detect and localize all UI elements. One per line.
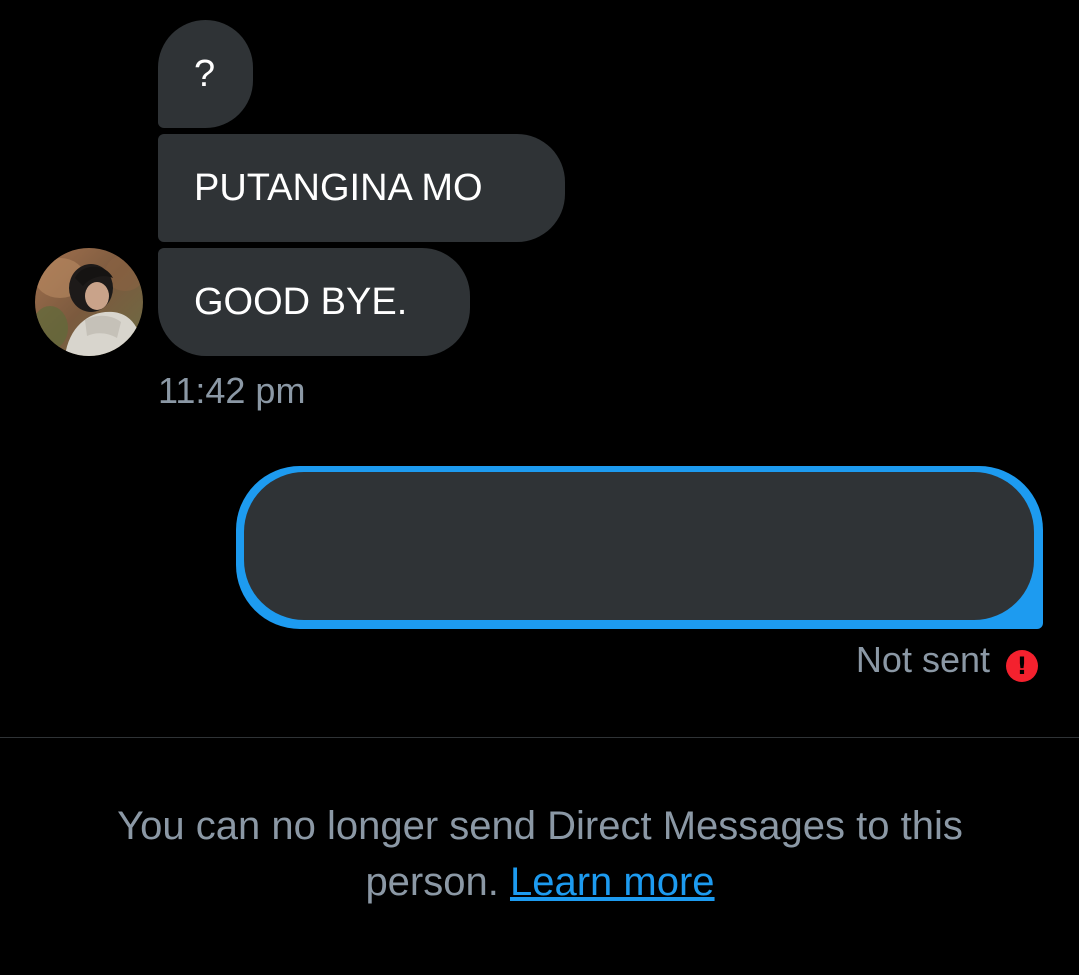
sent-message-content <box>244 472 1034 620</box>
received-message-bubble[interactable]: GOOD BYE. <box>158 248 470 356</box>
learn-more-link[interactable]: Learn more <box>510 860 715 904</box>
received-message-bubble[interactable]: PUTANGINA MO <box>158 134 565 242</box>
message-text: ? <box>194 53 216 95</box>
sender-avatar[interactable] <box>35 248 143 356</box>
message-status[interactable]: Not sent ! <box>856 638 1038 682</box>
error-icon[interactable]: ! <box>1006 650 1038 682</box>
received-message-bubble[interactable]: ? <box>158 20 253 128</box>
message-text: GOOD BYE. <box>194 281 408 323</box>
message-text: PUTANGINA MO <box>194 167 483 209</box>
message-timestamp: 11:42 pm <box>158 370 306 411</box>
divider <box>0 737 1079 738</box>
dm-restriction-notice: You can no longer send Direct Messages t… <box>60 798 1020 910</box>
not-sent-label: Not sent <box>855 639 990 680</box>
